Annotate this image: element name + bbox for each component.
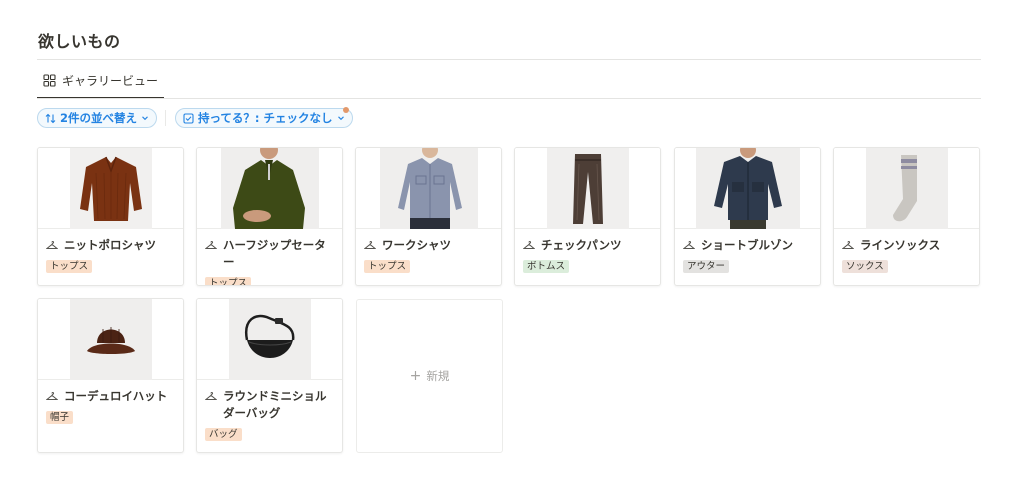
sort-arrows-icon (45, 113, 56, 123)
half-zip-sweater-image (232, 148, 305, 229)
hanger-icon (683, 241, 695, 249)
category-tag: トップス (46, 260, 93, 273)
gallery-card[interactable]: ニットポロシャツ トップス (37, 147, 184, 286)
filter-button[interactable]: 持ってる？: チェックなし (175, 108, 353, 128)
category-tag: ソックス (842, 260, 888, 273)
card-title: ワークシャツ (382, 238, 451, 252)
new-card-label: 新規 (426, 369, 450, 383)
short-blouson-image (713, 148, 782, 229)
card-thumbnail (675, 148, 820, 229)
grid-icon (43, 74, 56, 87)
category-tag: トップス (364, 260, 411, 273)
tab-gallery-view[interactable]: ギャラリービュー (37, 70, 165, 99)
knit-polo-image (79, 156, 142, 221)
checkbox-icon (183, 112, 194, 124)
category-tag: アウター (683, 260, 730, 273)
hanger-icon (46, 392, 58, 400)
shoulder-bag-image (244, 314, 294, 358)
card-thumbnail (38, 299, 183, 380)
chevron-down-icon (337, 116, 344, 121)
category-tag: トップス (205, 277, 252, 285)
gallery-card[interactable]: コーデュロイハット 帽子 (37, 298, 184, 453)
sort-button[interactable]: 2件の並べ替え (37, 108, 158, 128)
hanger-icon (46, 241, 58, 249)
category-tag: ボトムス (523, 260, 570, 273)
card-title: ハーフジップセーター (223, 238, 326, 269)
card-title: ラウンドミニショルダーバッグ (223, 389, 327, 420)
tab-label: ギャラリービュー (62, 74, 159, 88)
line-socks-image (892, 154, 917, 221)
card-title: チェックパンツ (541, 238, 622, 252)
new-card-button[interactable]: + 新規 (356, 299, 503, 453)
card-title: ラインソックス (860, 238, 941, 252)
plus-icon: + (409, 368, 422, 384)
category-tag: 帽子 (46, 411, 74, 424)
category-tag: バッグ (205, 428, 242, 441)
filter-active-dot (343, 107, 349, 113)
hanger-icon (523, 241, 535, 249)
card-thumbnail (38, 148, 183, 229)
sort-label: 2件の並べ替え (60, 111, 138, 125)
card-title: ショートブルゾン (701, 238, 793, 252)
chip-separator (165, 110, 166, 126)
work-shirt-image (397, 148, 462, 229)
card-thumbnail (356, 148, 501, 229)
card-thumbnail (197, 299, 342, 380)
check-pants-image (572, 153, 603, 224)
card-title: ニットポロシャツ (64, 238, 156, 252)
gallery-card[interactable]: チェックパンツ ボトムス (514, 147, 661, 286)
corduroy-hat-image (86, 326, 135, 354)
gallery-card[interactable]: ショートブルゾン アウター (674, 147, 821, 286)
hanger-icon (205, 241, 217, 249)
hanger-icon (842, 241, 854, 249)
card-title: コーデュロイハット (64, 389, 168, 403)
card-thumbnail (197, 148, 342, 229)
title-divider (37, 59, 981, 60)
filter-label: 持ってる？: チェックなし (198, 111, 333, 125)
chevron-down-icon (142, 116, 148, 121)
hanger-icon (205, 392, 217, 400)
tab-divider (37, 98, 981, 99)
card-thumbnail (515, 148, 660, 229)
gallery-card[interactable]: ラウンドミニショルダーバッグ バッグ (196, 298, 343, 453)
gallery-card[interactable]: ラインソックス ソックス (833, 147, 980, 286)
gallery-card[interactable]: ハーフジップセーター トップス (196, 147, 343, 286)
gallery-card[interactable]: ワークシャツ トップス (355, 147, 502, 286)
page-title: 欲しいもの (38, 32, 121, 51)
card-thumbnail (834, 148, 979, 229)
hanger-icon (364, 241, 376, 249)
